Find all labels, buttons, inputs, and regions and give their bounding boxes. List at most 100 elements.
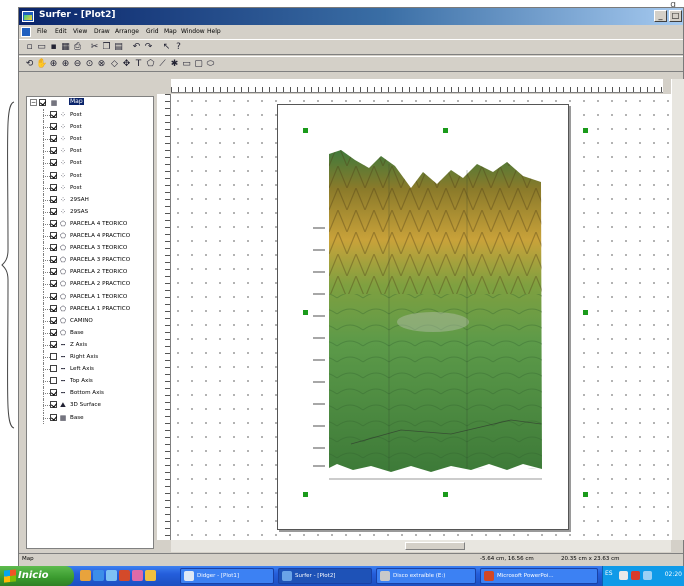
horizontal-scroll-thumb[interactable] <box>405 542 465 550</box>
tree-item[interactable]: ╍ Right Axis <box>27 351 153 363</box>
menu-grid[interactable]: Grid <box>146 28 159 35</box>
tree-item[interactable]: ╍ Bottom Axis <box>27 387 153 400</box>
zoom-fit-icon[interactable]: ⊗ <box>96 59 107 70</box>
tree-item[interactable]: ⬠ PARCELA 4 PRACTICO <box>27 230 153 242</box>
visibility-checkbox[interactable] <box>50 413 57 421</box>
menu-draw[interactable]: Draw <box>94 28 110 35</box>
vertical-scrollbar[interactable] <box>671 79 684 540</box>
visibility-checkbox[interactable] <box>50 207 57 215</box>
plot-canvas[interactable] <box>171 94 671 540</box>
tree-item[interactable]: ⁘ Post <box>27 169 153 182</box>
menu-view[interactable]: View <box>73 28 87 35</box>
worksheet-icon[interactable]: ▦ <box>60 42 71 53</box>
3d-surface-map[interactable] <box>311 144 561 489</box>
visibility-checkbox[interactable] <box>50 111 57 118</box>
tree-item[interactable]: ⬠ PARCELA 1 PRACTICO <box>27 302 153 315</box>
quick-launch-icon[interactable] <box>132 570 143 581</box>
visibility-checkbox[interactable] <box>50 171 57 179</box>
document-icon[interactable] <box>21 27 31 37</box>
tree-item[interactable]: ⬠ PARCELA 4 TEORICO <box>27 217 153 230</box>
quick-launch-icon[interactable] <box>93 570 104 581</box>
polyline-tool-icon[interactable]: ⟋ <box>157 59 168 70</box>
selection-handle[interactable] <box>583 310 588 315</box>
visibility-checkbox[interactable] <box>50 195 57 203</box>
menu-window[interactable]: Window <box>181 28 205 35</box>
visibility-checkbox[interactable] <box>50 268 57 276</box>
polygon-tool-icon[interactable]: ⬠ <box>145 59 156 70</box>
visibility-checkbox[interactable] <box>50 219 57 227</box>
redo-icon[interactable]: ↷ <box>143 42 154 53</box>
selection-handle[interactable] <box>583 492 588 497</box>
tree-root[interactable]: − ▦ Map <box>27 97 153 109</box>
visibility-checkbox[interactable] <box>50 159 57 167</box>
visibility-checkbox[interactable] <box>50 304 57 312</box>
visibility-checkbox[interactable] <box>50 244 57 252</box>
visibility-checkbox[interactable] <box>50 353 57 360</box>
hand-pan-icon[interactable]: ✋ <box>36 59 47 70</box>
visibility-checkbox[interactable] <box>50 316 57 324</box>
tree-item[interactable]: ⬠ PARCELA 3 TEORICO <box>27 242 153 255</box>
horizontal-scrollbar[interactable] <box>171 540 671 552</box>
zoom-out-icon[interactable]: ⊖ <box>72 59 83 70</box>
tree-item[interactable]: ⁘ 29SAH <box>27 193 153 206</box>
tree-item[interactable]: ⁘ 29SAS <box>27 205 153 218</box>
maximize-button[interactable]: □ <box>669 10 682 22</box>
visibility-checkbox[interactable] <box>50 365 57 373</box>
selection-handle[interactable] <box>443 128 448 133</box>
move-icon[interactable]: ✥ <box>121 59 132 70</box>
print-icon[interactable]: ⎙ <box>72 42 83 53</box>
tree-item[interactable]: ⬠ PARCELA 2 TEORICO <box>27 266 153 279</box>
rectangle-tool-icon[interactable]: ▭ <box>181 59 192 70</box>
tree-item[interactable]: ╍ Left Axis <box>27 363 153 376</box>
tree-item[interactable]: ⁘ Post <box>27 145 153 158</box>
selection-handle[interactable] <box>303 128 308 133</box>
menu-edit[interactable]: Edit <box>55 28 67 35</box>
tree-item[interactable]: ⁘ Post <box>27 133 153 146</box>
selection-handle[interactable] <box>443 492 448 497</box>
rotate-icon[interactable]: ⟲ <box>24 59 35 70</box>
network-icon[interactable] <box>619 571 628 580</box>
paste-icon[interactable]: ▤ <box>113 42 124 53</box>
undo-icon[interactable]: ↶ <box>131 42 142 53</box>
quick-launch-icon[interactable] <box>119 570 130 581</box>
new-file-icon[interactable]: ▫ <box>24 42 35 53</box>
menu-help[interactable]: Help <box>207 28 221 35</box>
open-folder-icon[interactable]: ▭ <box>36 42 47 53</box>
quick-launch-icon[interactable] <box>145 570 156 581</box>
context-help-icon[interactable]: ? <box>173 42 184 53</box>
visibility-checkbox[interactable] <box>50 256 57 264</box>
collapse-box-icon[interactable]: − <box>30 99 37 106</box>
visibility-checkbox[interactable] <box>50 377 57 385</box>
taskbar-button-surfer[interactable]: Surfer - [Plot2] <box>278 568 372 584</box>
taskbar-button-powerpoint[interactable]: Microsoft PowerPoi... <box>480 568 598 584</box>
menu-arrange[interactable]: Arrange <box>115 28 139 35</box>
start-button[interactable]: Inicio <box>0 566 74 586</box>
tree-item[interactable]: ╍ Z Axis <box>27 338 153 351</box>
tree-item[interactable]: ⁘ Post <box>27 121 153 134</box>
node-edit-icon[interactable]: ◇ <box>109 59 120 70</box>
clock[interactable]: 02:20 <box>665 571 682 578</box>
menu-map[interactable]: Map <box>164 28 177 35</box>
tree-item[interactable]: ⬠ PARCELA 1 TEORICO <box>27 290 153 303</box>
symbol-tool-icon[interactable]: ✱ <box>169 59 180 70</box>
visibility-checkbox[interactable] <box>50 135 57 143</box>
quick-launch-icon[interactable] <box>80 570 91 581</box>
visibility-checkbox[interactable] <box>50 328 57 336</box>
pointer-icon[interactable]: ↖ <box>161 42 172 53</box>
minimize-button[interactable]: _ <box>654 10 667 22</box>
tree-item[interactable]: ⁘ Post <box>27 157 153 170</box>
text-tool-icon[interactable]: T <box>133 59 144 70</box>
tree-item[interactable]: ⁘ Post <box>27 109 153 121</box>
quick-launch-icon[interactable] <box>106 570 117 581</box>
visibility-checkbox[interactable] <box>50 340 57 348</box>
tree-item[interactable]: ╍ Top Axis <box>27 375 153 388</box>
tree-item[interactable]: ⁘ Post <box>27 181 153 194</box>
selection-handle[interactable] <box>303 310 308 315</box>
visibility-checkbox[interactable] <box>50 292 57 300</box>
visibility-checkbox[interactable] <box>50 280 57 288</box>
antivirus-icon[interactable] <box>631 571 640 580</box>
visibility-checkbox[interactable] <box>39 99 46 106</box>
tree-item[interactable]: ⬠ PARCELA 3 PRACTICO <box>27 254 153 267</box>
zoom-page-icon[interactable]: ⊙ <box>84 59 95 70</box>
zoom-icon[interactable]: ⊕ <box>48 59 59 70</box>
